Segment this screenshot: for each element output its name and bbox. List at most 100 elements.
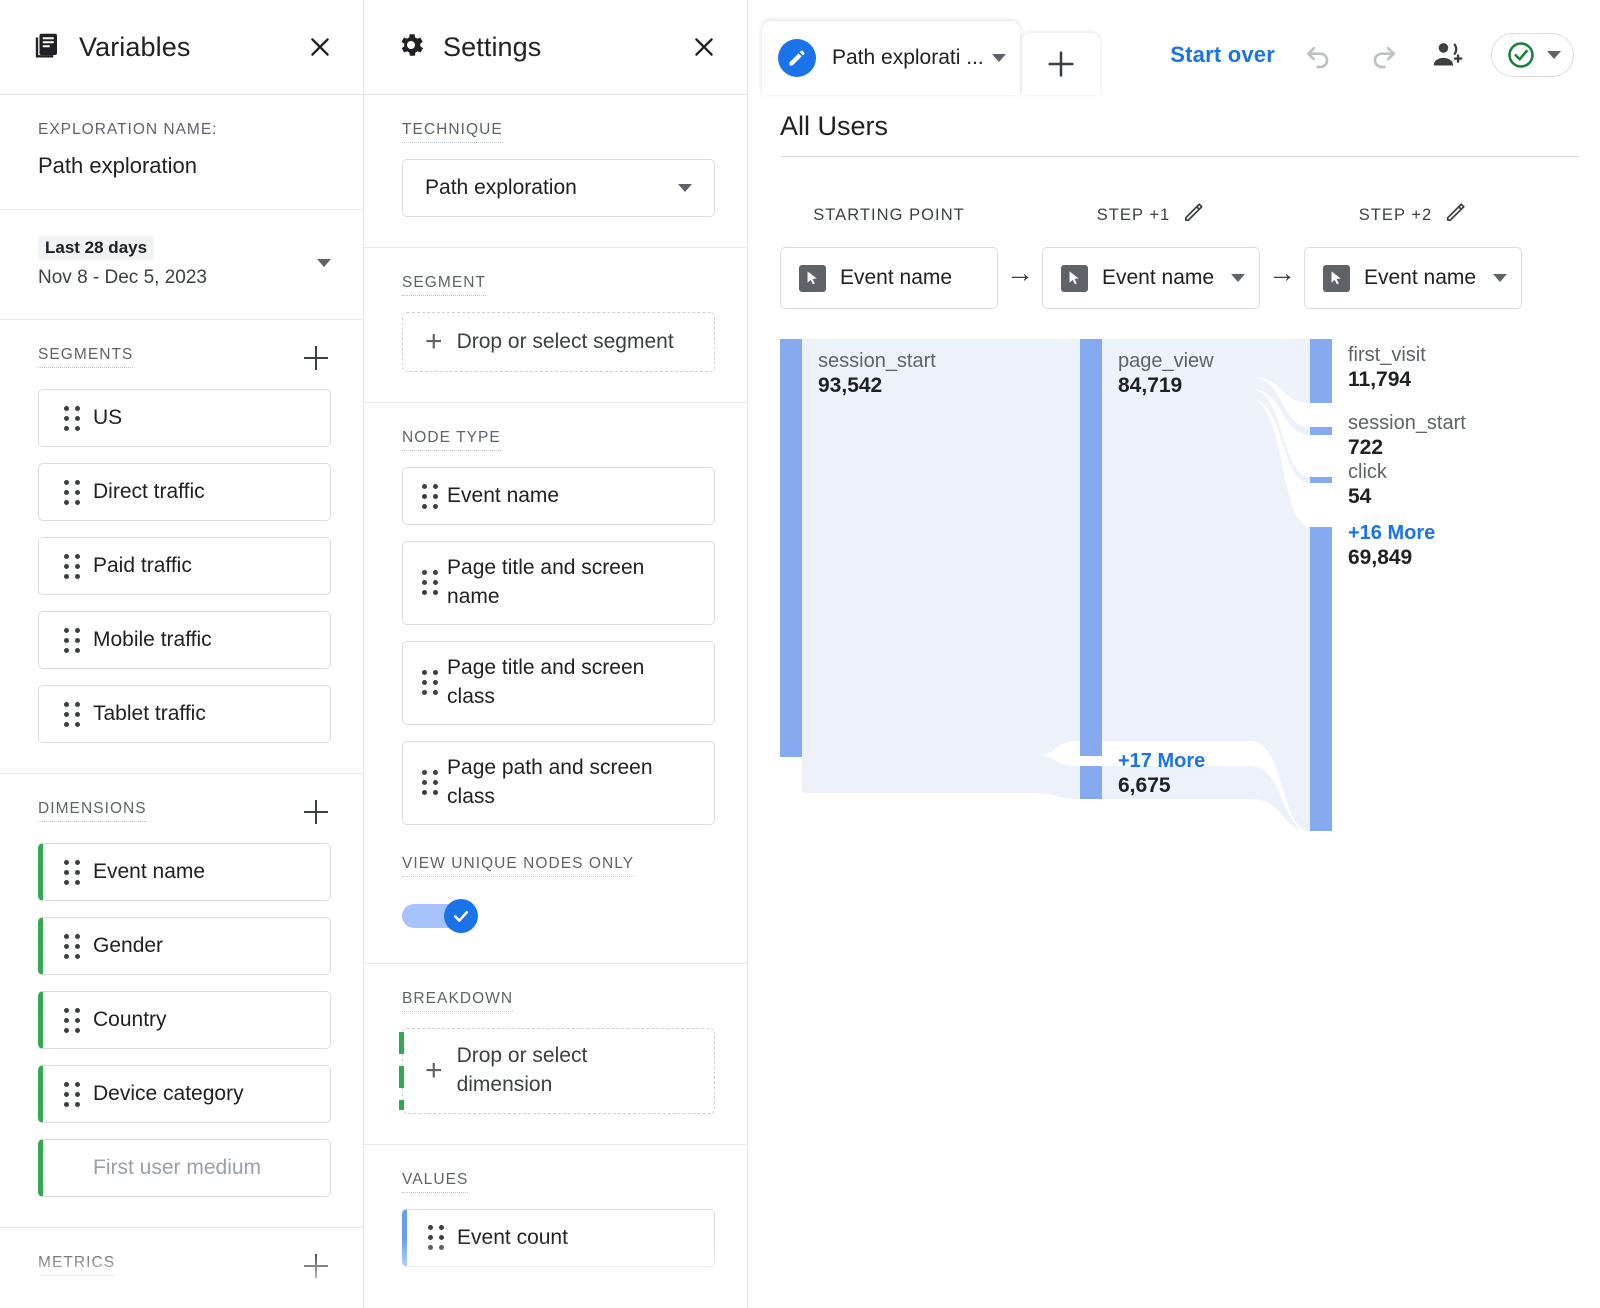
segment-dropzone[interactable]: + Drop or select segment <box>402 312 715 372</box>
sankey-node-label[interactable]: page_view 84,719 <box>1118 349 1214 399</box>
breakdown-label: BREAKDOWN <box>402 990 514 1012</box>
node-value: 11,794 <box>1348 368 1412 391</box>
link-session_start-page_view-body <box>802 339 1080 755</box>
cursor-icon <box>1061 264 1088 292</box>
redo-icon[interactable] <box>1363 35 1403 75</box>
filters-section: FILTERS + Drop or select dimension or me… <box>364 1298 747 1308</box>
node-bar-more17 <box>1080 766 1102 799</box>
list-item[interactable]: US <box>38 389 332 447</box>
step-selectors: STARTING POINT Event name → STEP +1 Even… <box>780 199 1600 309</box>
cursor-icon <box>799 264 826 292</box>
node-bar-page_view <box>1080 339 1102 756</box>
drag-handle-icon[interactable] <box>419 670 441 696</box>
list-item[interactable]: Country <box>38 991 332 1049</box>
close-icon[interactable] <box>687 30 721 64</box>
sankey-node-label[interactable]: click 54 <box>1348 460 1387 510</box>
sankey-node-label[interactable]: +16 More 69,849 <box>1348 521 1435 571</box>
exploration-name-label: EXPLORATION NAME: <box>38 121 218 138</box>
sankey-node-label[interactable]: session_start 722 <box>1348 411 1466 461</box>
list-item[interactable]: Event name <box>402 467 715 525</box>
pencil-icon <box>778 39 816 77</box>
dimensions-section: DIMENSIONS Event name Gender Country Dev… <box>0 774 364 1228</box>
technique-select[interactable]: Path exploration <box>402 159 715 217</box>
sankey-diagram: session_start 93,542 page_view 84,719 +1… <box>780 331 1600 851</box>
sankey-node-label[interactable]: +17 More 6,675 <box>1118 749 1205 799</box>
close-icon[interactable] <box>303 30 337 64</box>
drag-handle-icon[interactable] <box>419 483 441 509</box>
main-toolbar: Path explorati ... Start over <box>748 0 1600 95</box>
date-range-chevron-down-icon[interactable] <box>317 258 332 267</box>
node-name[interactable]: +16 More <box>1348 521 1435 545</box>
edit-pencil-icon[interactable] <box>1182 201 1205 229</box>
undo-icon[interactable] <box>1299 35 1339 75</box>
breakdown-dropzone[interactable]: + Drop or select dimension <box>399 1027 715 1114</box>
tab-path-exploration[interactable]: Path explorati ... <box>762 21 1020 95</box>
exploration-board: All Users STARTING POINT Event name → ST… <box>748 95 1600 851</box>
drag-handle-icon[interactable] <box>61 1007 83 1033</box>
add-person-icon[interactable] <box>1427 35 1467 75</box>
list-item[interactable]: Device category <box>38 1065 332 1123</box>
segment-label: SEGMENT <box>402 274 487 296</box>
add-segment-button[interactable] <box>301 343 331 373</box>
settings-title: Settings <box>443 31 542 62</box>
list-item[interactable]: Event name <box>38 843 332 901</box>
node-bar-first_visit <box>1310 339 1332 403</box>
sankey-node-label[interactable]: first_visit 11,794 <box>1348 343 1426 393</box>
drag-handle-icon[interactable] <box>61 405 83 431</box>
node-value: 54 <box>1348 485 1372 508</box>
tab-chevron-down-icon[interactable] <box>991 54 1006 62</box>
step-node-type-select[interactable]: Event name <box>1304 247 1522 309</box>
drag-handle-icon[interactable] <box>61 1081 83 1107</box>
list-item[interactable]: Page title and screen name <box>402 541 715 625</box>
list-item[interactable]: First user medium <box>38 1139 332 1197</box>
drag-handle-icon[interactable] <box>61 859 83 885</box>
list-item[interactable]: Mobile traffic <box>38 611 332 669</box>
date-range-section[interactable]: Last 28 days Nov 8 - Dec 5, 2023 <box>0 210 364 320</box>
breakdown-section: BREAKDOWN + Drop or select dimension <box>364 964 747 1145</box>
drag-handle-icon[interactable] <box>419 770 441 796</box>
node-bar-click <box>1310 477 1332 483</box>
segment-placeholder: Drop or select segment <box>456 329 674 353</box>
dimension-label: Device category <box>93 1082 244 1105</box>
drag-handle-icon[interactable] <box>61 701 83 727</box>
list-item[interactable]: Direct traffic <box>38 463 332 521</box>
step-node-type-select[interactable]: Event name <box>780 247 998 309</box>
add-metric-button[interactable] <box>301 1251 331 1281</box>
drag-handle-icon[interactable] <box>61 479 83 505</box>
drag-handle-icon[interactable] <box>61 933 83 959</box>
edit-pencil-icon[interactable] <box>1444 201 1467 229</box>
drag-handle-icon[interactable] <box>61 627 83 653</box>
chevron-down-icon[interactable] <box>1547 51 1561 59</box>
drag-handle-icon[interactable] <box>61 553 83 579</box>
variables-panel-header: Variables <box>0 0 364 95</box>
add-tab-button[interactable] <box>1021 33 1100 95</box>
drag-handle-icon[interactable] <box>419 570 441 596</box>
node-type-label-item: Event name <box>447 483 560 507</box>
chevron-down-icon[interactable] <box>678 184 692 192</box>
cursor-icon <box>1323 264 1350 292</box>
arrow-right-icon: → <box>1006 257 1034 288</box>
status-badge[interactable] <box>1491 33 1574 77</box>
chevron-down-icon[interactable] <box>1493 274 1507 282</box>
chevron-down-icon[interactable] <box>1231 274 1245 282</box>
exploration-name-value[interactable]: Path exploration <box>38 153 331 179</box>
node-type-label: NODE TYPE <box>402 429 501 451</box>
list-item[interactable]: Paid traffic <box>38 537 332 595</box>
list-item[interactable]: Page path and screen class <box>402 740 715 825</box>
add-dimension-button[interactable] <box>301 797 331 827</box>
node-name: click <box>1348 461 1387 483</box>
node-name[interactable]: +17 More <box>1118 749 1205 773</box>
list-item[interactable]: Active users <box>38 1297 332 1308</box>
list-item[interactable]: Gender <box>38 917 332 975</box>
sankey-node-label[interactable]: session_start 93,542 <box>818 349 936 399</box>
list-item[interactable]: Tablet traffic <box>38 685 332 743</box>
metrics-list: Active users Event count <box>38 1297 332 1308</box>
drag-handle-icon[interactable] <box>425 1225 447 1251</box>
start-over-button[interactable]: Start over <box>1170 42 1275 68</box>
list-item[interactable]: Event count <box>402 1208 715 1267</box>
unique-nodes-label: VIEW UNIQUE NODES ONLY <box>402 855 635 877</box>
view-unique-nodes-toggle[interactable] <box>402 898 479 933</box>
dimension-label: First user medium <box>93 1156 262 1179</box>
list-item[interactable]: Page title and screen class <box>402 640 715 725</box>
step-node-type-select[interactable]: Event name <box>1042 247 1260 309</box>
